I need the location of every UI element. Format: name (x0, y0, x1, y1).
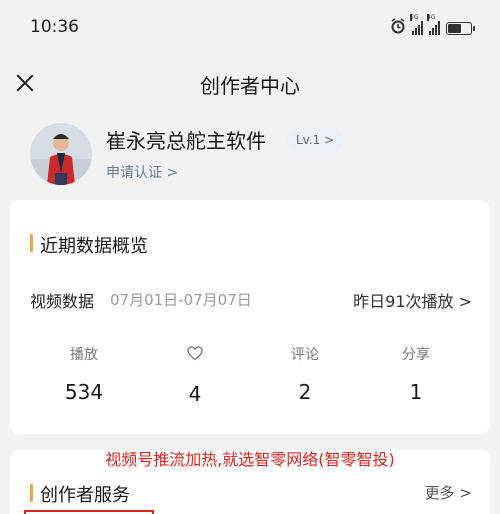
section-accent-bar (30, 484, 33, 502)
stat-value: 2 (298, 380, 312, 404)
more-link[interactable]: 更多 > (425, 482, 472, 503)
stat-label: 评论 (291, 347, 319, 363)
section-accent-bar (30, 234, 33, 252)
apply-verification-link[interactable]: 申请认证 > (106, 162, 178, 182)
signal-5g-icon: 5G (410, 14, 423, 35)
data-overview-title: 近期数据概览 (40, 236, 148, 257)
page-title: 创作者中心 (200, 74, 300, 98)
highlight-box (24, 510, 154, 514)
stat-plays[interactable]: 播放 534 (44, 344, 124, 404)
signal-4g-icon: 4G (427, 14, 440, 35)
heart-icon (155, 346, 235, 366)
profile-section: 崔永亮总舵主软件 Lv.1 > 申请认证 > (0, 115, 500, 195)
stat-value: 4 (188, 382, 202, 406)
battery-icon (446, 21, 475, 35)
yesterday-plays-link[interactable]: 昨日91次播放 > (353, 288, 472, 312)
status-bar: 10:36 5G 4G (0, 0, 500, 58)
creator-service-title: 创作者服务 (40, 485, 130, 506)
stat-value: 534 (64, 380, 104, 404)
stat-shares[interactable]: 分享 1 (376, 344, 456, 404)
date-range[interactable]: 07月01日-07月07日 (110, 289, 252, 310)
watermark-text: 视频号推流加热,就选智零网络(智零智投) (105, 450, 395, 469)
stat-label: 播放 (70, 347, 98, 363)
data-overview-card: 近期数据概览 视频数据 07月01日-07月07日 昨日91次播放 > 播放 5… (10, 200, 490, 434)
header: 创作者中心 (0, 58, 500, 108)
status-icons: 5G 4G (390, 14, 475, 38)
stat-label: 分享 (402, 347, 430, 363)
video-data-label: 视频数据 (30, 292, 95, 311)
avatar[interactable] (30, 123, 92, 185)
stat-comments[interactable]: 评论 2 (265, 344, 345, 404)
alarm-icon (390, 18, 406, 38)
level-badge[interactable]: Lv.1 > (286, 128, 345, 152)
status-time: 10:36 (30, 17, 79, 37)
stat-value: 1 (409, 380, 423, 404)
stat-likes[interactable]: 4 (155, 344, 235, 406)
profile-name: 崔永亮总舵主软件 (106, 129, 266, 153)
